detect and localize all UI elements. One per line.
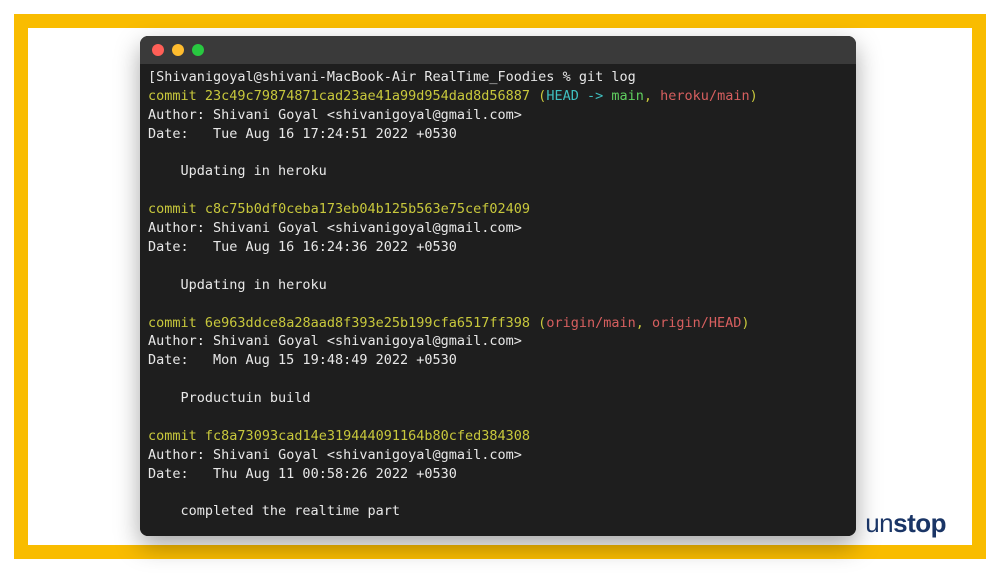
commit-label: commit [148,315,197,331]
commit-message: completed the realtime part [148,503,400,519]
terminal-output[interactable]: [Shivanigoyal@shivani-MacBook-Air RealTi… [140,64,856,536]
logo-text-prefix: un [865,508,893,539]
maximize-icon[interactable] [192,44,204,56]
remote-ref: origin/HEAD [652,315,741,331]
commit-hash: fc8a73093cad14e319444091164b80cfed384308 [205,428,530,444]
commit-message: Updating in heroku [148,163,327,179]
arrow-icon: -> [587,88,603,104]
author-line: Author: Shivani Goyal <shivanigoyal@gmai… [148,447,522,463]
commit-label: commit [148,428,197,444]
commit-hash: 23c49c79874871cad23ae41a99d954dad8d56887 [205,88,530,104]
commit-label: commit [148,88,197,104]
commit-hash: 6e963ddce8a28aad8f393e25b199cfa6517ff398 [205,315,530,331]
ref-separator: , [644,88,652,104]
commit-message: Productuin build [148,390,311,406]
commit-hash: c8c75b0df0ceba173eb04b125b563e75cef02409 [205,201,530,217]
ref-close-paren: ) [750,88,758,104]
commit-message: Updating in heroku [148,277,327,293]
remote-ref: heroku/main [660,88,749,104]
branch-ref: main [611,88,644,104]
author-line: Author: Shivani Goyal <shivanigoyal@gmai… [148,220,522,236]
close-icon[interactable] [152,44,164,56]
minimize-icon[interactable] [172,44,184,56]
author-line: Author: Shivani Goyal <shivanigoyal@gmai… [148,107,522,123]
date-line: Date: Mon Aug 15 19:48:49 2022 +0530 [148,352,457,368]
date-line: Date: Tue Aug 16 16:24:36 2022 +0530 [148,239,457,255]
date-line: Date: Thu Aug 11 00:58:26 2022 +0530 [148,466,457,482]
shell-prompt: [Shivanigoyal@shivani-MacBook-Air RealTi… [148,69,636,85]
commit-label: commit [148,201,197,217]
ref-separator: , [636,315,644,331]
logo-text-suffix: stop [893,508,946,539]
author-line: Author: Shivani Goyal <shivanigoyal@gmai… [148,333,522,349]
window-titlebar [140,36,856,64]
brand-logo: unstop [865,508,946,539]
page-frame: [Shivanigoyal@shivani-MacBook-Air RealTi… [14,14,986,559]
ref-close-paren: ) [741,315,749,331]
remote-ref: origin/main [546,315,635,331]
terminal-window: [Shivanigoyal@shivani-MacBook-Air RealTi… [140,36,856,536]
head-ref: HEAD [546,88,579,104]
date-line: Date: Tue Aug 16 17:24:51 2022 +0530 [148,126,457,142]
